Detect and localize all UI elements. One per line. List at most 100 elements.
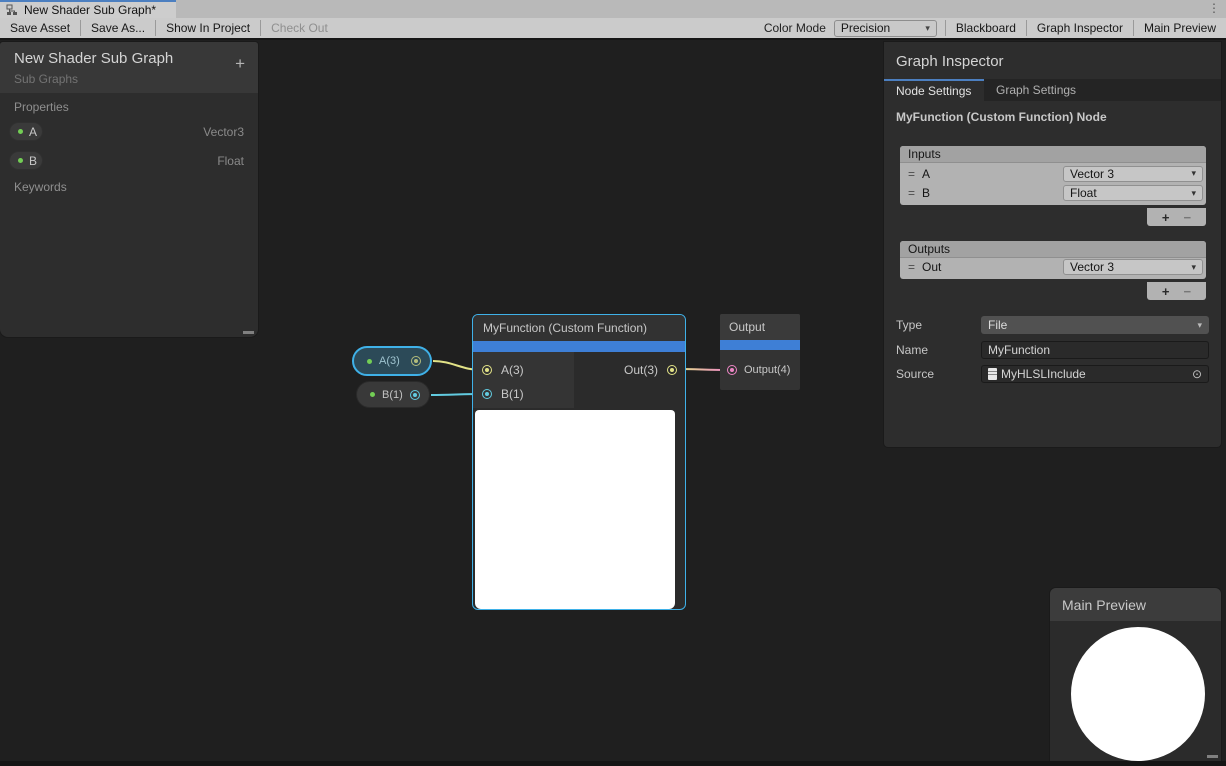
property-pill-a-label: A (29, 125, 37, 139)
show-in-project-button[interactable]: Show In Project (156, 17, 260, 39)
property-node-b[interactable]: B(1) (356, 381, 430, 408)
chevron-down-icon: ▾ (1197, 320, 1202, 331)
property-pill-a[interactable]: A (9, 122, 43, 141)
input-port-a[interactable] (482, 365, 492, 375)
chevron-down-icon: ▾ (1191, 188, 1196, 199)
inputs-list: Inputs = A Vector 3 ▾ = B Float ▾ (900, 146, 1206, 205)
inspector-tabs: Node Settings Graph Settings (884, 79, 1221, 101)
main-preview-resize-handle[interactable] (1207, 755, 1218, 758)
exposed-dot-icon (18, 158, 23, 163)
keywords-section-header: Keywords (0, 180, 81, 194)
output-port-out[interactable] (667, 365, 677, 375)
custom-function-node-title[interactable]: MyFunction (Custom Function) (473, 315, 685, 341)
drag-handle-icon[interactable]: = (908, 260, 922, 274)
window-menu-icon[interactable]: ⋮ (1208, 1, 1220, 15)
window-tab-bar: New Shader Sub Graph* ⋮ (0, 0, 1226, 18)
source-field-row: Source MyHLSLInclude ⊙ (896, 365, 1209, 383)
outputs-list-footer: + − (1147, 282, 1206, 300)
add-output-button[interactable]: + (1162, 284, 1170, 299)
exposed-dot-icon (370, 392, 375, 397)
input-a-type-value: Vector 3 (1070, 167, 1114, 181)
tab-node-settings[interactable]: Node Settings (884, 79, 984, 101)
check-out-button: Check Out (261, 17, 338, 39)
output-node-title[interactable]: Output (720, 314, 800, 340)
blackboard-header: New Shader Sub Graph Sub Graphs + (0, 42, 258, 93)
precision-color-bar (473, 341, 685, 352)
chevron-down-icon: ▾ (925, 23, 930, 34)
inputs-list-header: Inputs (900, 146, 1206, 163)
input-port-b[interactable] (482, 389, 492, 399)
main-preview-header[interactable]: Main Preview (1050, 588, 1221, 621)
node-preview (475, 410, 675, 609)
drag-handle-icon[interactable]: = (908, 186, 922, 200)
input-a-type-dropdown[interactable]: Vector 3 ▾ (1063, 166, 1203, 182)
property-a-output-port[interactable] (411, 356, 421, 366)
property-b-output-port[interactable] (410, 390, 420, 400)
type-field-row: Type File ▾ (896, 316, 1209, 334)
output-out-type-dropdown[interactable]: Vector 3 ▾ (1063, 259, 1203, 275)
output-node-port-label: Output(4) (744, 364, 790, 376)
name-label: Name (896, 343, 981, 357)
inputs-row-b[interactable]: = B Float ▾ (900, 184, 1206, 205)
custom-function-node[interactable]: MyFunction (Custom Function) A(3) B(1) O… (472, 314, 686, 610)
property-pill-b[interactable]: B (9, 151, 43, 170)
preview-sphere[interactable] (1071, 627, 1205, 761)
name-input[interactable]: MyFunction (981, 341, 1209, 359)
blackboard-resize-handle[interactable] (243, 331, 254, 334)
input-b-type-value: Float (1070, 186, 1097, 200)
main-preview-toggle-button[interactable]: Main Preview (1134, 17, 1226, 39)
inputs-list-footer: + − (1147, 208, 1206, 226)
tab-title: New Shader Sub Graph* (24, 3, 156, 17)
graph-inspector-toggle-button[interactable]: Graph Inspector (1027, 17, 1133, 39)
exposed-dot-icon (18, 129, 23, 134)
graph-inspector-panel: Graph Inspector Node Settings Graph Sett… (884, 42, 1221, 447)
object-picker-icon[interactable]: ⊙ (1192, 367, 1202, 381)
type-label: Type (896, 318, 981, 332)
output-row-out: Out(3) (624, 358, 685, 382)
input-a-name: A (922, 167, 1063, 181)
type-dropdown[interactable]: File ▾ (981, 316, 1209, 334)
outputs-list-header: Outputs (900, 241, 1206, 258)
toolbar: Save Asset Save As... Show In Project Ch… (0, 18, 1226, 40)
document-tab[interactable]: New Shader Sub Graph* (0, 0, 176, 18)
color-mode-label: Color Mode (756, 21, 834, 35)
outputs-row-out[interactable]: = Out Vector 3 ▾ (900, 258, 1206, 279)
add-property-button[interactable]: + (235, 55, 245, 72)
drag-handle-icon[interactable]: = (908, 167, 922, 181)
type-value: File (988, 318, 1007, 332)
output-node[interactable]: Output Output(4) (720, 314, 800, 390)
save-asset-button[interactable]: Save Asset (0, 17, 80, 39)
property-node-a[interactable]: A(3) (352, 346, 432, 376)
output-node-input-port[interactable] (727, 365, 737, 375)
property-node-a-label: A(3) (379, 355, 404, 367)
graph-inspector-title: Graph Inspector (896, 53, 1004, 70)
name-field-row: Name MyFunction (896, 341, 1209, 359)
name-value: MyFunction (988, 343, 1050, 357)
inputs-row-a[interactable]: = A Vector 3 ▾ (900, 163, 1206, 184)
chevron-down-icon: ▾ (1191, 168, 1196, 179)
outputs-list: Outputs = Out Vector 3 ▾ (900, 241, 1206, 279)
color-mode-value: Precision (841, 21, 890, 35)
blackboard-toggle-button[interactable]: Blackboard (946, 17, 1026, 39)
color-mode-dropdown[interactable]: Precision ▾ (834, 20, 937, 37)
blackboard-panel: New Shader Sub Graph Sub Graphs + Proper… (0, 42, 258, 337)
source-label: Source (896, 367, 981, 381)
input-port-b-label: B(1) (501, 387, 524, 401)
property-row-b: B Float (0, 151, 258, 170)
exposed-dot-icon (367, 359, 372, 364)
add-input-button[interactable]: + (1162, 210, 1170, 225)
tab-graph-settings[interactable]: Graph Settings (984, 79, 1088, 101)
custom-function-ports: A(3) B(1) Out(3) (473, 352, 685, 408)
output-node-port-row: Output(4) (720, 350, 800, 389)
main-preview-panel: Main Preview (1050, 588, 1221, 762)
remove-input-button[interactable]: − (1184, 210, 1192, 225)
property-a-type: Vector3 (43, 125, 244, 139)
save-as-button[interactable]: Save As... (81, 17, 155, 39)
source-object-field[interactable]: MyHLSLInclude ⊙ (981, 365, 1209, 383)
precision-color-bar (720, 340, 800, 350)
input-b-type-dropdown[interactable]: Float ▾ (1063, 185, 1203, 201)
remove-output-button[interactable]: − (1184, 284, 1192, 299)
input-port-a-label: A(3) (501, 363, 524, 377)
chevron-down-icon: ▾ (1191, 262, 1196, 273)
property-row-a: A Vector3 (0, 122, 258, 141)
